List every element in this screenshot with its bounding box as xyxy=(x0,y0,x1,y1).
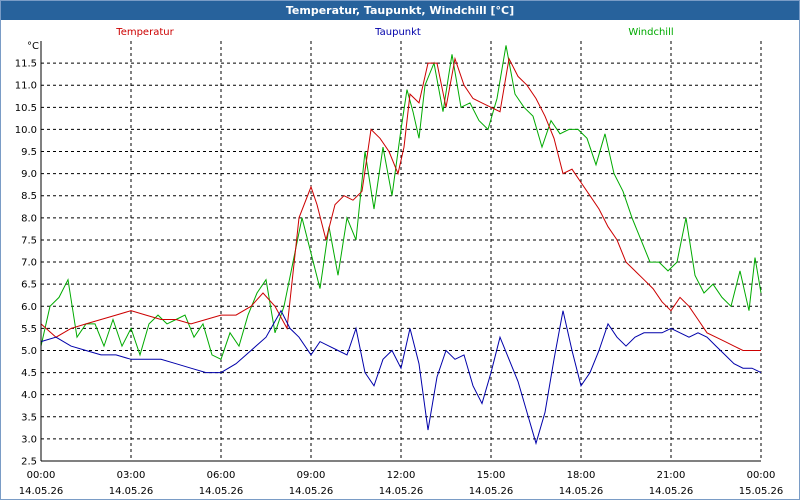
y-tick-label: 4.5 xyxy=(21,368,37,379)
x-tick-time-label: 00:00 xyxy=(27,470,56,481)
y-tick-label: 11.5 xyxy=(15,59,37,70)
y-tick-label: 6.5 xyxy=(21,280,37,291)
x-tick-time-label: 18:00 xyxy=(567,470,596,481)
y-tick-label: 10.5 xyxy=(15,103,37,114)
y-tick-label: 10.0 xyxy=(15,125,37,136)
y-tick-label: 9.5 xyxy=(21,147,37,158)
y-tick-label: 9.0 xyxy=(21,169,37,180)
x-tick-date-label: 14.05.26 xyxy=(469,486,514,497)
y-tick-label: 3.0 xyxy=(21,434,37,445)
x-tick-date-label: 14.05.26 xyxy=(649,486,694,497)
y-tick-label: 7.0 xyxy=(21,258,37,269)
legend-entry-taupunkt: Taupunkt xyxy=(374,27,421,38)
x-tick-date-label: 14.05.26 xyxy=(109,486,154,497)
x-tick-time-label: 09:00 xyxy=(297,470,326,481)
x-axis-tick-labels: 00:00 14.05.26 03:00 14.05.26 06:00 14.05.26 0… xyxy=(19,470,784,497)
x-tick-time-label: 15:00 xyxy=(477,470,506,481)
x-tick-date-label: 14.05.26 xyxy=(19,486,64,497)
y-tick-label: 3.5 xyxy=(21,412,37,423)
y-tick-label: 4.0 xyxy=(21,390,37,401)
y-tick-label: 5.0 xyxy=(21,346,37,357)
x-tick-time-label: 12:00 xyxy=(387,470,416,481)
y-tick-label: 11.0 xyxy=(15,81,37,92)
x-tick-time-label: 21:00 xyxy=(657,470,686,481)
x-tick-date-label: 14.05.26 xyxy=(199,486,244,497)
x-tick-time-label: 06:00 xyxy=(207,470,236,481)
x-tick-date-label: 14.05.26 xyxy=(559,486,604,497)
x-tick-time-label: 03:00 xyxy=(117,470,146,481)
x-tick-date-label: 14.05.26 xyxy=(379,486,424,497)
legend-entry-temperatur: Temperatur xyxy=(115,27,174,38)
legend: Temperatur Taupunkt Windchill xyxy=(115,27,673,38)
x-tick-time-label: 00:00 xyxy=(747,470,776,481)
chart-window: Temperatur, Taupunkt, Windchill [°C] 11.… xyxy=(0,0,800,500)
y-tick-label: 8.0 xyxy=(21,213,37,224)
y-tick-label: 8.5 xyxy=(21,191,37,202)
x-tick-date-label: 14.05.26 xyxy=(289,486,334,497)
x-tick-date-label: 15.05.26 xyxy=(739,486,784,497)
y-tick-label: 7.5 xyxy=(21,235,37,246)
y-axis-tick-labels: 11.5 11.0 10.5 10.0 9.5 9.0 8.5 8.0 7.5 7.0 6.5 6.0… xyxy=(15,59,37,468)
y-axis-unit-label: °C xyxy=(27,41,39,52)
legend-entry-windchill: Windchill xyxy=(628,27,673,38)
line-chart: 11.5 11.0 10.5 10.0 9.5 9.0 8.5 8.0 7.5 7.0 6.5 6.0… xyxy=(15,27,784,497)
y-tick-label: 2.5 xyxy=(21,457,37,468)
y-tick-label: 6.0 xyxy=(21,302,37,313)
y-tick-label: 5.5 xyxy=(21,324,37,335)
